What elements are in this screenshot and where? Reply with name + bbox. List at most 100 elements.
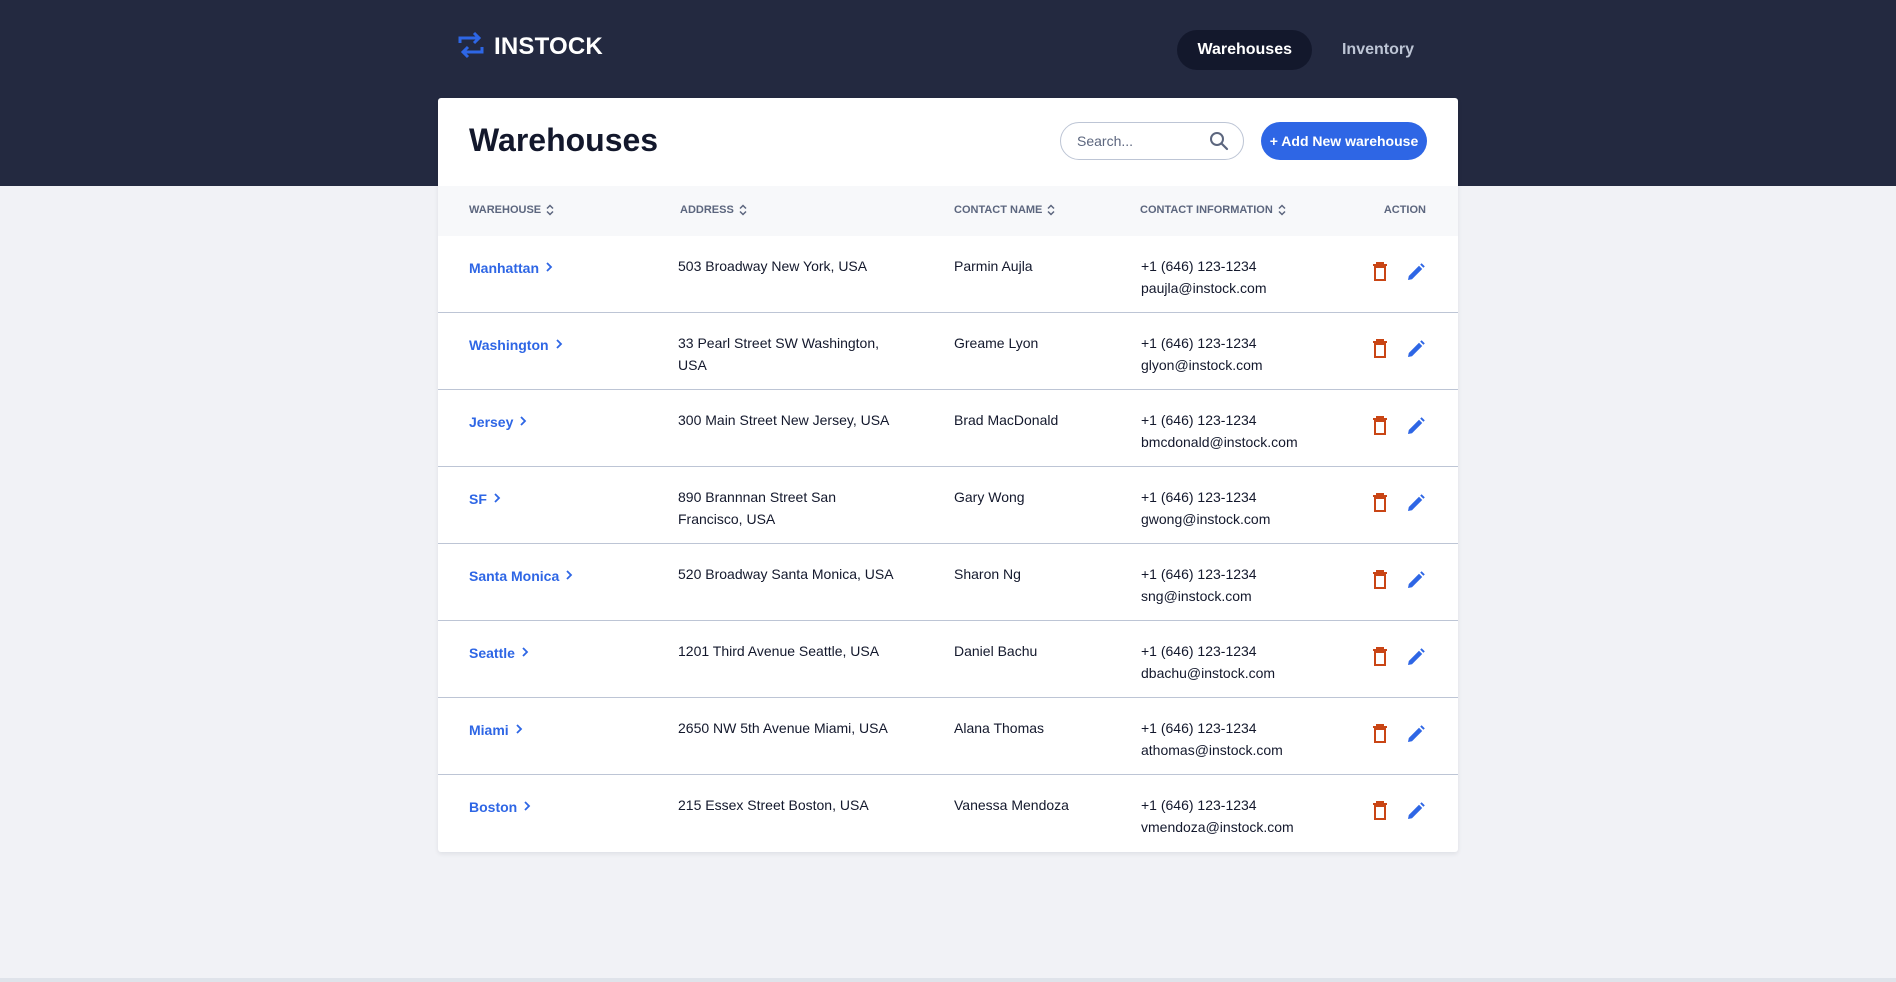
- warehouse-name[interactable]: Jersey: [469, 411, 513, 433]
- address-cell: 2650 NW 5th Avenue Miami, USA: [678, 720, 888, 736]
- warehouses-card: Warehouses + Add New warehouse WAREHOUSE…: [438, 98, 1458, 852]
- table-row: Boston 215 Essex Street Boston, USA Vane…: [438, 775, 1458, 852]
- contact-name-cell: Parmin Aujla: [954, 258, 1033, 274]
- delete-icon[interactable]: [1372, 647, 1388, 667]
- edit-icon[interactable]: [1406, 493, 1426, 513]
- table-header: WAREHOUSE ADDRESS CONTACT NAME CONTACT I…: [438, 186, 1458, 236]
- warehouse-link[interactable]: Jersey: [469, 411, 527, 433]
- warehouse-name[interactable]: Boston: [469, 796, 517, 818]
- contact-name-cell: Alana Thomas: [954, 720, 1045, 736]
- nav-inventory[interactable]: Inventory: [1322, 30, 1434, 70]
- warehouse-link[interactable]: SF: [469, 488, 501, 510]
- warehouse-link[interactable]: Seattle: [469, 642, 529, 664]
- row-actions: [1372, 570, 1426, 590]
- address-cell: 33 Pearl Street SW Washington, USA: [678, 335, 880, 373]
- contact-phone: +1 (646) 123-1234: [1141, 643, 1257, 659]
- column-label: ADDRESS: [680, 204, 734, 216]
- delete-icon[interactable]: [1372, 262, 1388, 282]
- add-warehouse-button[interactable]: + Add New warehouse: [1261, 122, 1427, 160]
- swap-arrows-icon: [458, 31, 484, 64]
- contact-phone: +1 (646) 123-1234: [1141, 489, 1257, 505]
- chevron-right-icon: [565, 565, 573, 587]
- contact-name-cell: Sharon Ng: [954, 566, 1021, 582]
- edit-icon[interactable]: [1406, 724, 1426, 744]
- table-row: Jersey 300 Main Street New Jersey, USA B…: [438, 390, 1458, 467]
- sort-icon[interactable]: [738, 204, 748, 216]
- column-header-warehouse[interactable]: WAREHOUSE: [469, 204, 555, 216]
- contact-email: vmendoza@instock.com: [1141, 819, 1294, 835]
- row-actions: [1372, 801, 1426, 821]
- row-actions: [1372, 493, 1426, 513]
- warehouse-name[interactable]: Manhattan: [469, 257, 539, 279]
- contact-email: dbachu@instock.com: [1141, 665, 1276, 681]
- column-label: WAREHOUSE: [469, 204, 542, 216]
- contact-phone: +1 (646) 123-1234: [1141, 335, 1257, 351]
- table-row: Santa Monica 520 Broadway Santa Monica, …: [438, 544, 1458, 621]
- warehouse-name[interactable]: Miami: [469, 719, 509, 741]
- row-actions: [1372, 416, 1426, 436]
- column-label: CONTACT INFORMATION: [1140, 204, 1273, 216]
- warehouse-link[interactable]: Manhattan: [469, 257, 553, 279]
- warehouse-link[interactable]: Miami: [469, 719, 523, 741]
- sort-icon[interactable]: [1277, 204, 1287, 216]
- contact-info-cell: +1 (646) 123-1234 sng@instock.com: [1141, 563, 1257, 607]
- logo-text: INSTOCK: [494, 33, 603, 60]
- edit-icon[interactable]: [1406, 262, 1426, 282]
- address-cell: 1201 Third Avenue Seattle, USA: [678, 643, 880, 659]
- table-row: Manhattan 503 Broadway New York, USA Par…: [438, 236, 1458, 313]
- contact-email: sng@instock.com: [1141, 588, 1252, 604]
- column-header-contact-information[interactable]: CONTACT INFORMATION: [1140, 204, 1287, 216]
- delete-icon[interactable]: [1372, 724, 1388, 744]
- logo[interactable]: INSTOCK: [458, 30, 603, 64]
- contact-info-cell: +1 (646) 123-1234 glyon@instock.com: [1141, 332, 1263, 376]
- delete-icon[interactable]: [1372, 570, 1388, 590]
- edit-icon[interactable]: [1406, 647, 1426, 667]
- edit-icon[interactable]: [1406, 339, 1426, 359]
- search-box[interactable]: [1060, 122, 1244, 160]
- contact-name-cell: Brad MacDonald: [954, 412, 1059, 428]
- warehouse-table: Manhattan 503 Broadway New York, USA Par…: [438, 236, 1458, 852]
- contact-name-cell: Greame Lyon: [954, 335, 1039, 351]
- delete-icon[interactable]: [1372, 339, 1388, 359]
- contact-email: glyon@instock.com: [1141, 357, 1263, 373]
- warehouse-link[interactable]: Santa Monica: [469, 565, 573, 587]
- page-title: Warehouses: [469, 122, 659, 158]
- page-bottom-divider: [0, 978, 1896, 982]
- edit-icon[interactable]: [1406, 801, 1426, 821]
- contact-phone: +1 (646) 123-1234: [1141, 566, 1257, 582]
- warehouse-name[interactable]: Santa Monica: [469, 565, 559, 587]
- row-actions: [1372, 339, 1426, 359]
- search-icon[interactable]: [1209, 131, 1229, 151]
- delete-icon[interactable]: [1372, 801, 1388, 821]
- contact-info-cell: +1 (646) 123-1234 paujla@instock.com: [1141, 255, 1267, 299]
- delete-icon[interactable]: [1372, 493, 1388, 513]
- chevron-right-icon: [493, 488, 501, 510]
- main-nav: Warehouses Inventory: [1177, 30, 1434, 70]
- column-header-contact-name[interactable]: CONTACT NAME: [954, 204, 1056, 216]
- warehouse-name[interactable]: Washington: [469, 334, 549, 356]
- delete-icon[interactable]: [1372, 416, 1388, 436]
- row-actions: [1372, 647, 1426, 667]
- edit-icon[interactable]: [1406, 416, 1426, 436]
- contact-email: gwong@instock.com: [1141, 511, 1271, 527]
- warehouse-link[interactable]: Washington: [469, 334, 563, 356]
- warehouse-link[interactable]: Boston: [469, 796, 531, 818]
- contact-name-cell: Vanessa Mendoza: [954, 797, 1069, 813]
- table-row: Seattle 1201 Third Avenue Seattle, USA D…: [438, 621, 1458, 698]
- edit-icon[interactable]: [1406, 570, 1426, 590]
- sort-icon[interactable]: [545, 204, 555, 216]
- sort-icon[interactable]: [1046, 204, 1056, 216]
- column-header-address[interactable]: ADDRESS: [680, 204, 748, 216]
- contact-phone: +1 (646) 123-1234: [1141, 720, 1257, 736]
- warehouse-name[interactable]: SF: [469, 488, 487, 510]
- chevron-right-icon: [555, 334, 563, 356]
- nav-warehouses[interactable]: Warehouses: [1177, 30, 1312, 70]
- table-row: Washington 33 Pearl Street SW Washington…: [438, 313, 1458, 390]
- column-label: ACTION: [1383, 204, 1426, 216]
- contact-phone: +1 (646) 123-1234: [1141, 797, 1257, 813]
- address-cell: 300 Main Street New Jersey, USA: [678, 412, 890, 428]
- contact-info-cell: +1 (646) 123-1234 dbachu@instock.com: [1141, 640, 1275, 684]
- search-input[interactable]: [1077, 133, 1207, 149]
- contact-info-cell: +1 (646) 123-1234 gwong@instock.com: [1141, 486, 1270, 530]
- warehouse-name[interactable]: Seattle: [469, 642, 515, 664]
